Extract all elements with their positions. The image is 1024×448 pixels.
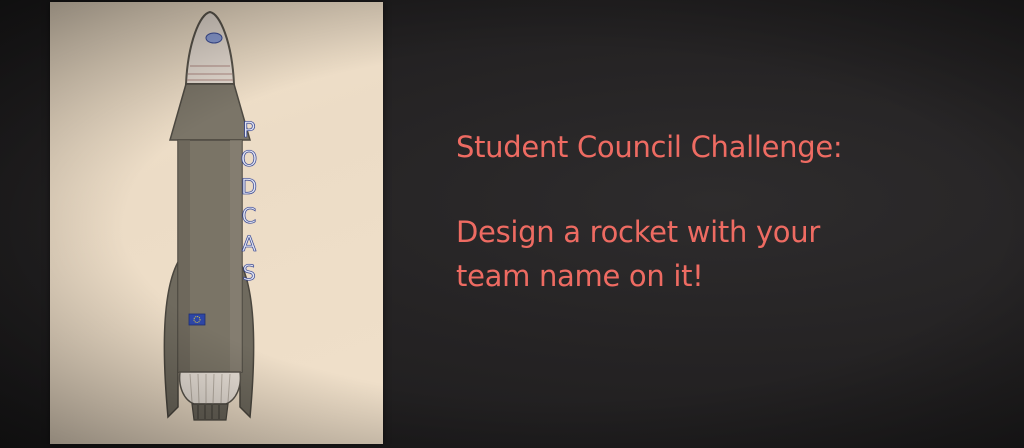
eu-flag-icon bbox=[188, 313, 206, 326]
rocket-letter: P bbox=[242, 118, 256, 143]
slide-text-block: Student Council Challenge: Design a rock… bbox=[456, 128, 996, 298]
rocket-letter: D bbox=[240, 175, 258, 200]
rocket-team-name: P O D C A S bbox=[237, 116, 261, 287]
rocket-letter: C bbox=[241, 203, 257, 228]
rocket-nozzle bbox=[178, 371, 242, 405]
slide-instructions: Design a rocket with your team name on i… bbox=[456, 210, 996, 298]
rocket-letter: O bbox=[240, 146, 258, 171]
slide-title: Student Council Challenge: bbox=[456, 130, 843, 164]
rocket-illustration bbox=[163, 10, 255, 421]
rocket-letter: A bbox=[241, 232, 257, 257]
nose-cone bbox=[184, 10, 236, 85]
rocket-letter: S bbox=[242, 260, 256, 285]
slide-screen: P O D C A S Student Council Challenge: D… bbox=[0, 0, 1024, 448]
slide-instruction-line: team name on it! bbox=[456, 259, 704, 293]
left-fin bbox=[163, 261, 179, 419]
slide-instruction-line: Design a rocket with your bbox=[456, 215, 820, 249]
rocket-drawing: P O D C A S bbox=[50, 2, 383, 444]
engine-base bbox=[191, 403, 229, 421]
